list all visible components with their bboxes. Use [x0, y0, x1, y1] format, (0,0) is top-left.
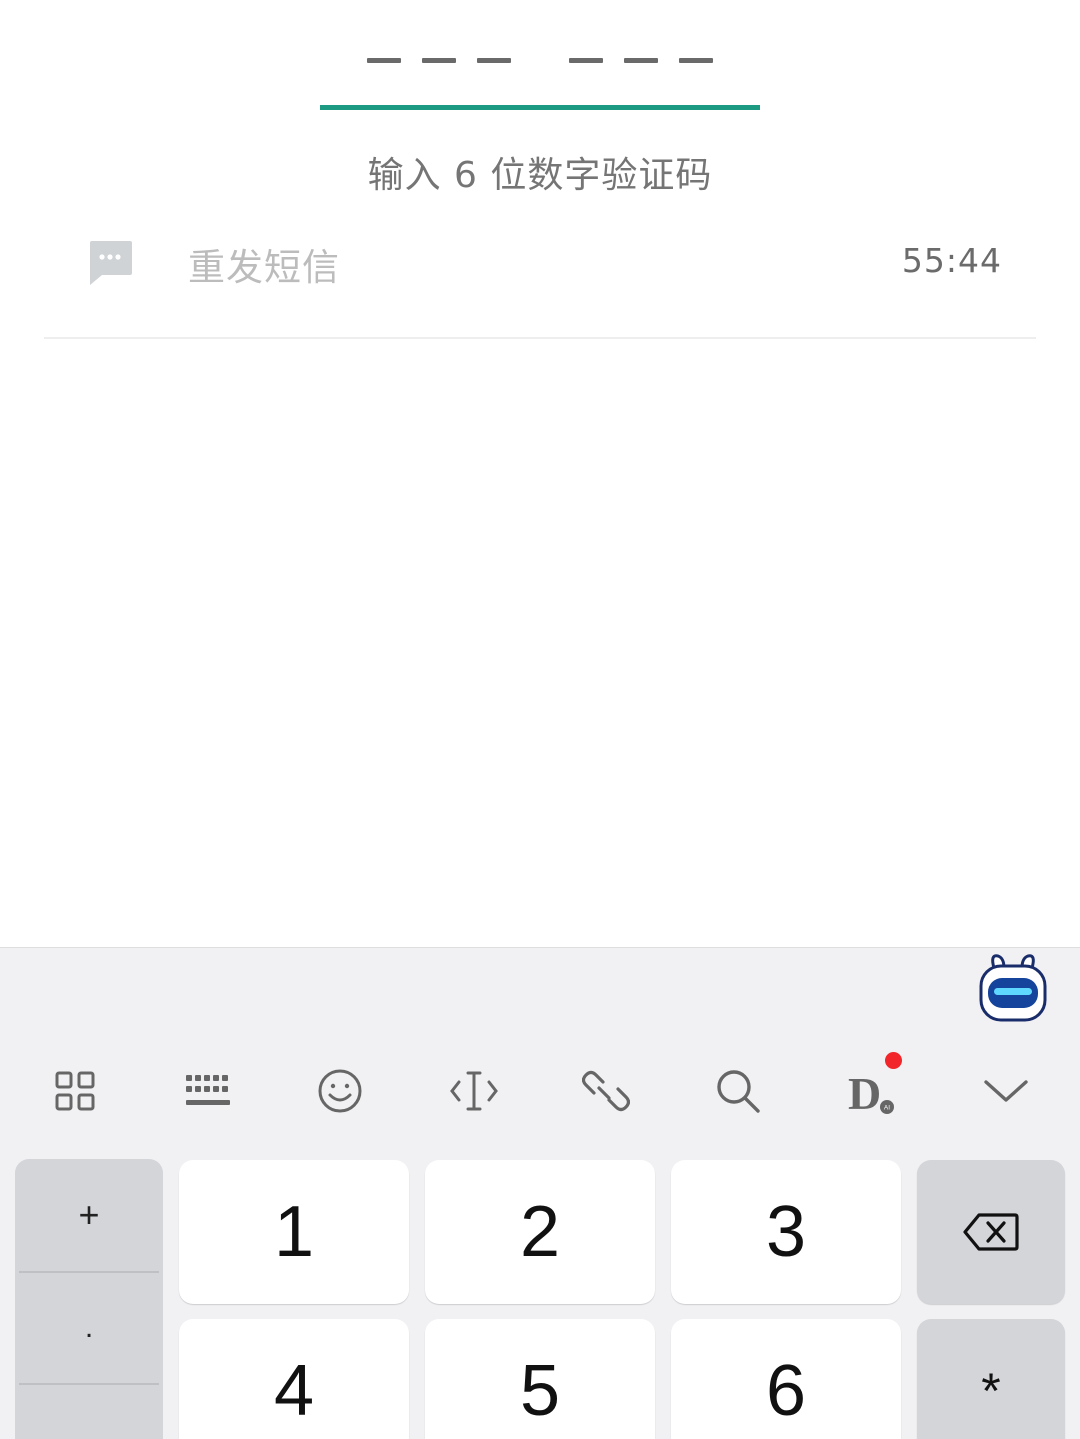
emoji-icon[interactable] [300, 1048, 380, 1134]
d-ai-icon[interactable]: D AI [832, 1048, 912, 1134]
backspace-key[interactable] [917, 1160, 1065, 1304]
countdown-timer: 55:44 [901, 241, 1002, 280]
keyboard-toolbar: D AI [0, 1048, 1080, 1138]
code-slot-6 [679, 58, 713, 63]
verification-code-input[interactable] [0, 0, 1080, 110]
key-1[interactable]: 1 [179, 1160, 409, 1304]
key-3[interactable]: 3 [671, 1160, 901, 1304]
dot-key[interactable]: . [15, 1273, 163, 1383]
grid-icon[interactable] [35, 1048, 115, 1134]
symbol-key-3[interactable] [15, 1385, 163, 1439]
numeric-keyboard: D AI + . 1 2 3 4 5 6 * [0, 947, 1080, 1439]
code-slot-3 [477, 58, 511, 63]
verification-hint: 输入 6 位数字验证码 [367, 155, 713, 196]
screen: 输入 6 位数字验证码 重发短信 55:44 D AI + . 1 2 3 4 … [0, 0, 1080, 1439]
code-slot-1 [367, 58, 401, 63]
search-icon[interactable] [698, 1048, 778, 1134]
resend-sms-button[interactable]: 重发短信 [188, 237, 340, 291]
section-divider [44, 337, 1036, 339]
asterisk-key[interactable]: * [917, 1319, 1065, 1439]
message-bubble-icon [86, 239, 134, 285]
text-cursor-icon[interactable] [434, 1048, 514, 1134]
keyboard-icon[interactable] [168, 1048, 248, 1134]
key-6[interactable]: 6 [671, 1319, 901, 1439]
code-slot-2 [422, 58, 456, 63]
notification-dot [885, 1052, 902, 1069]
code-input-underline [320, 105, 760, 110]
link-icon[interactable] [566, 1048, 646, 1134]
code-slot-4 [569, 58, 603, 63]
resend-sms-row[interactable]: 重发短信 55:44 [44, 225, 1036, 335]
svg-text:AI: AI [884, 1105, 890, 1112]
backspace-icon [963, 1213, 1019, 1251]
ai-assistant-mascot-icon[interactable] [976, 952, 1050, 1024]
collapse-chevron-icon[interactable] [966, 1048, 1046, 1134]
key-2[interactable]: 2 [425, 1160, 655, 1304]
key-5[interactable]: 5 [425, 1319, 655, 1439]
key-4[interactable]: 4 [179, 1319, 409, 1439]
svg-text:D: D [848, 1068, 881, 1115]
code-slot-5 [624, 58, 658, 63]
symbol-column: + . [15, 1159, 163, 1439]
plus-key[interactable]: + [15, 1159, 163, 1271]
